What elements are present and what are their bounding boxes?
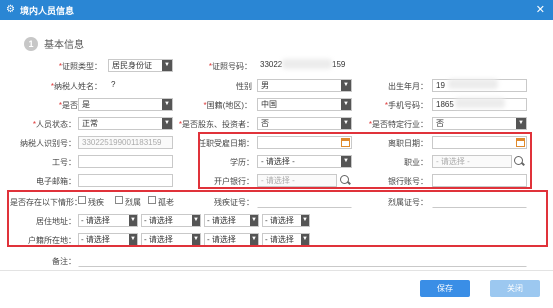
gender-select[interactable]: 男 ▼ bbox=[257, 79, 352, 92]
birth-label: 出生年月： bbox=[388, 82, 428, 91]
household-province-select[interactable]: - 请选择 ▼ bbox=[78, 233, 138, 246]
special-industry-label: *是否特定行业： bbox=[368, 120, 428, 129]
situation-label: 是否存在以下情形： bbox=[10, 198, 82, 207]
redaction bbox=[282, 59, 332, 69]
shareholder-label: *是否股东、投资者： bbox=[178, 120, 254, 129]
status-select[interactable]: 正常 ▼ bbox=[78, 117, 173, 130]
employee-no-label: 工号： bbox=[52, 158, 76, 167]
calendar-icon[interactable] bbox=[341, 138, 350, 147]
martyr-checkbox[interactable] bbox=[115, 196, 123, 204]
taxpayer-id-label: 纳税人识别号： bbox=[20, 139, 76, 148]
chevron-down-icon: ▼ bbox=[301, 215, 309, 226]
elderly-checkbox[interactable] bbox=[148, 196, 156, 204]
gender-label: 性别 bbox=[236, 82, 252, 91]
shareholder-select[interactable]: 否 ▼ bbox=[257, 117, 352, 130]
section-title: 基本信息 bbox=[44, 40, 84, 51]
bank-account-label: 银行账号： bbox=[388, 177, 428, 186]
residence-street-select[interactable]: - 请选择 ▼ bbox=[262, 214, 310, 227]
martyr-option-label: 烈属 bbox=[125, 198, 141, 207]
residence-city-select[interactable]: - 请选择 ▼ bbox=[141, 214, 201, 227]
redaction bbox=[448, 79, 498, 89]
close-button[interactable]: 关闭 bbox=[490, 280, 540, 297]
education-label: 学历： bbox=[230, 158, 254, 167]
leave-date-field[interactable] bbox=[432, 136, 527, 149]
search-icon[interactable] bbox=[338, 174, 352, 187]
remark-label: 备注： bbox=[52, 257, 76, 266]
disability-no-label: 残疾证号： bbox=[214, 198, 254, 207]
special-industry-select[interactable]: 否 ▼ bbox=[432, 117, 527, 130]
id-number-label: *证照号码： bbox=[208, 62, 252, 71]
nationality-label: *国籍(地区)： bbox=[203, 101, 252, 110]
chevron-down-icon: ▼ bbox=[341, 118, 351, 129]
calendar-icon[interactable] bbox=[516, 138, 525, 147]
employee-select[interactable]: 是 ▼ bbox=[78, 98, 173, 111]
nationality-select[interactable]: 中国 ▼ bbox=[257, 98, 352, 111]
section-number: 1 bbox=[24, 36, 38, 51]
disability-no-field[interactable] bbox=[257, 195, 352, 208]
household-street-select[interactable]: - 请选择 ▼ bbox=[262, 233, 310, 246]
household-district-select[interactable]: - 请选择 ▼ bbox=[204, 233, 259, 246]
bank-field[interactable]: - 请选择 - bbox=[257, 174, 337, 187]
household-city-select[interactable]: - 请选择 ▼ bbox=[141, 233, 201, 246]
mobile-label: *手机号码： bbox=[384, 101, 428, 110]
martyr-no-field[interactable] bbox=[432, 195, 527, 208]
chevron-down-icon: ▼ bbox=[341, 80, 351, 91]
id-type-select[interactable]: 居民身份证 ▼ bbox=[108, 59, 173, 72]
save-button[interactable]: 保存 bbox=[420, 280, 470, 297]
chevron-down-icon: ▼ bbox=[162, 118, 172, 129]
employee-no-field[interactable] bbox=[78, 155, 173, 168]
bank-label: 开户银行： bbox=[214, 177, 254, 186]
residence-province-select[interactable]: - 请选择 ▼ bbox=[78, 214, 138, 227]
chevron-down-icon: ▼ bbox=[516, 118, 526, 129]
id-type-label: *证照类型： bbox=[58, 62, 102, 71]
taxpayer-id-field: 330225199001183159 bbox=[78, 136, 173, 149]
martyr-no-label: 烈属证号： bbox=[388, 198, 428, 207]
chevron-down-icon: ▼ bbox=[192, 234, 200, 245]
chevron-down-icon: ▼ bbox=[162, 60, 172, 71]
chevron-down-icon: ▼ bbox=[192, 215, 200, 226]
title-bar: ⚙ 境内人员信息 ✕ bbox=[0, 0, 553, 20]
bank-account-field[interactable] bbox=[432, 174, 527, 187]
redaction bbox=[455, 98, 505, 108]
close-icon[interactable]: ✕ bbox=[536, 3, 545, 16]
window-title: 境内人员信息 bbox=[20, 5, 75, 16]
search-icon[interactable] bbox=[512, 155, 526, 168]
name-field[interactable]: ? bbox=[108, 79, 173, 92]
section-header: 1 基本信息 bbox=[24, 36, 84, 51]
disability-checkbox[interactable] bbox=[78, 196, 86, 204]
remark-field[interactable] bbox=[78, 254, 527, 267]
gear-icon: ⚙ bbox=[6, 4, 15, 15]
chevron-down-icon: ▼ bbox=[129, 234, 137, 245]
disability-option-label: 残疾 bbox=[88, 198, 104, 207]
chevron-down-icon: ▼ bbox=[162, 99, 172, 110]
hire-date-field[interactable] bbox=[257, 136, 352, 149]
name-label: *纳税人姓名： bbox=[50, 82, 102, 91]
chevron-down-icon: ▼ bbox=[250, 234, 258, 245]
household-label: 户籍所在地： bbox=[28, 236, 76, 245]
residence-label: 居住地址： bbox=[36, 217, 76, 226]
education-select[interactable]: - 请选择 - ▼ bbox=[257, 155, 352, 168]
status-label: *人员状态： bbox=[32, 120, 76, 129]
chevron-down-icon: ▼ bbox=[301, 234, 309, 245]
email-field[interactable] bbox=[78, 174, 173, 187]
email-label: 电子邮箱： bbox=[36, 177, 76, 186]
residence-district-select[interactable]: - 请选择 ▼ bbox=[204, 214, 259, 227]
chevron-down-icon: ▼ bbox=[341, 99, 351, 110]
hire-date-label: 任职受雇日期： bbox=[198, 139, 254, 148]
chevron-down-icon: ▼ bbox=[129, 215, 137, 226]
chevron-down-icon: ▼ bbox=[341, 156, 351, 167]
elderly-option-label: 孤老 bbox=[158, 198, 174, 207]
position-label: 职业： bbox=[404, 158, 428, 167]
chevron-down-icon: ▼ bbox=[250, 215, 258, 226]
leave-date-label: 离职日期： bbox=[388, 139, 428, 148]
position-field[interactable]: - 请选择 - bbox=[432, 155, 512, 168]
divider bbox=[0, 270, 553, 271]
